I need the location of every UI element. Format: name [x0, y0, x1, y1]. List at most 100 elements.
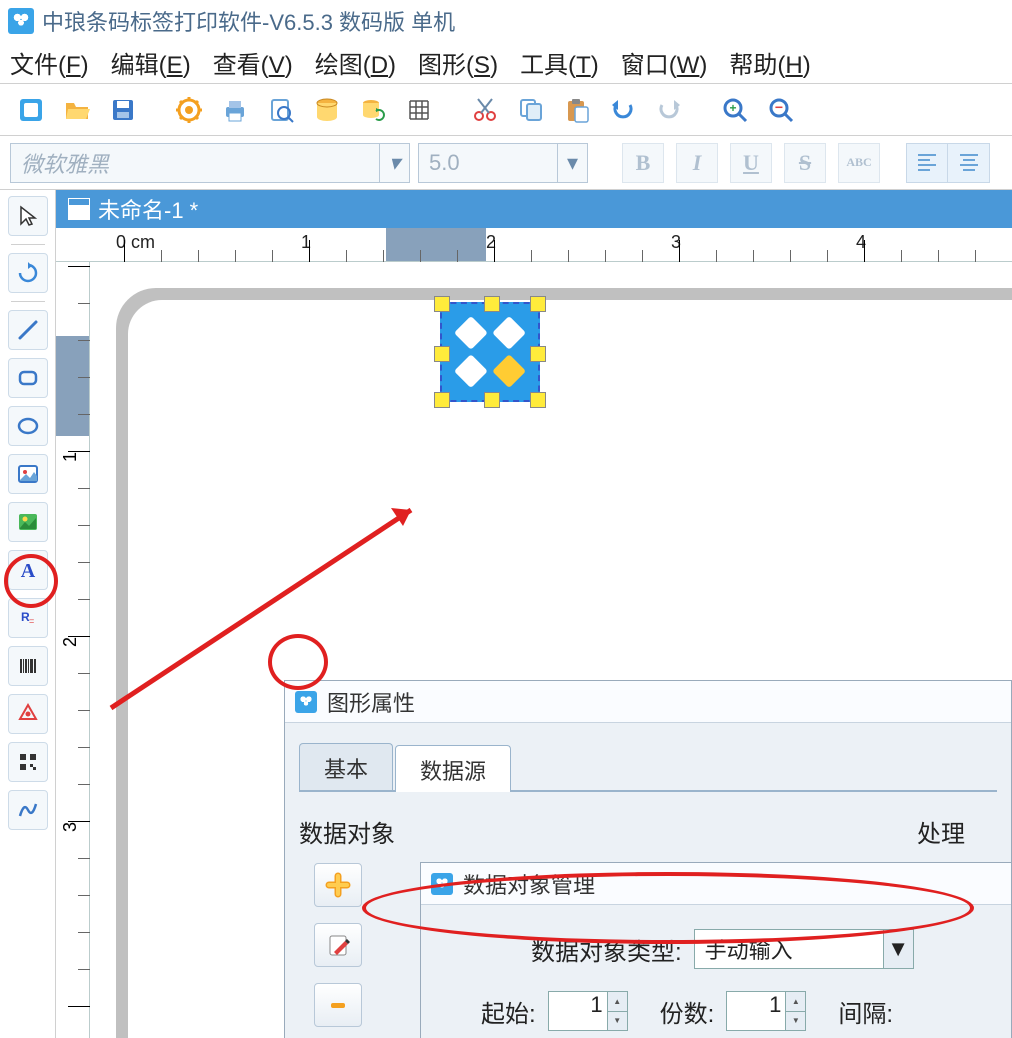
resize-handle[interactable] — [530, 296, 546, 312]
edit-dataobject-button[interactable] — [314, 923, 362, 967]
menu-tools[interactable]: 工具(T) — [520, 45, 599, 80]
svg-text:+: + — [729, 101, 736, 115]
resize-handle[interactable] — [434, 392, 450, 408]
rect-tool[interactable] — [8, 358, 48, 398]
menu-file[interactable]: 文件(F) — [10, 45, 89, 80]
ellipse-tool[interactable] — [8, 406, 48, 446]
section-process-label: 处理 — [917, 814, 997, 849]
svg-text:A: A — [20, 560, 35, 582]
menubar: 文件(F) 编辑(E) 查看(V) 绘图(D) 图形(S) 工具(T) 窗口(W… — [0, 42, 1012, 84]
pointer-tool[interactable] — [8, 196, 48, 236]
dialog-tabs: 基本 数据源 — [299, 743, 997, 792]
menu-window[interactable]: 窗口(W) — [621, 45, 708, 80]
picture-tool[interactable] — [8, 502, 48, 542]
dataobject-toolbar — [307, 863, 369, 1038]
start-input[interactable]: 1▲▼ — [548, 991, 628, 1031]
resize-handle[interactable] — [434, 346, 450, 362]
titlebar: 中琅条码标签打印软件-V6.5.3 数码版 单机 — [0, 0, 1012, 42]
align-segment — [906, 143, 990, 183]
font-size-combo[interactable]: 5.0▾ — [418, 143, 588, 183]
polygon-tool[interactable] — [8, 694, 48, 734]
dialog-title: 图形属性 — [327, 686, 415, 718]
print-button[interactable] — [214, 89, 256, 131]
database-button[interactable] — [306, 89, 348, 131]
qrcode-tool[interactable] — [8, 742, 48, 782]
open-button[interactable] — [56, 89, 98, 131]
start-label: 起始: — [481, 994, 536, 1029]
count-input[interactable]: 1▲▼ — [726, 991, 806, 1031]
tab-datasource[interactable]: 数据源 — [395, 745, 511, 792]
menu-shape[interactable]: 图形(S) — [418, 45, 498, 80]
database-sync-button[interactable] — [352, 89, 394, 131]
undo-button[interactable] — [602, 89, 644, 131]
ruler-vertical[interactable]: 1 2 3 — [56, 262, 90, 1038]
settings-button[interactable] — [168, 89, 210, 131]
resize-handle[interactable] — [484, 392, 500, 408]
dropdown-icon[interactable]: ▼ — [883, 930, 913, 968]
type-combo[interactable]: 手动输入 ▼ — [694, 929, 914, 969]
tool-palette: A R= — [0, 190, 56, 1038]
new-button[interactable] — [10, 89, 52, 131]
format-toolbar: 微软雅黑▾ 5.0▾ B I U S ABC — [0, 136, 1012, 190]
curve-tool[interactable] — [8, 790, 48, 830]
copy-button[interactable] — [510, 89, 552, 131]
image-tool[interactable] — [8, 454, 48, 494]
canvas-area: 未命名-1 * 0 cm 1 2 3 4 1 2 3 — [56, 190, 1012, 1038]
dialog-icon — [295, 691, 317, 713]
rotate-tool[interactable] — [8, 253, 48, 293]
main-toolbar: + − — [0, 84, 1012, 136]
gap-label: 间隔: — [838, 994, 893, 1029]
paste-button[interactable] — [556, 89, 598, 131]
zoom-out-button[interactable]: − — [760, 89, 802, 131]
dropdown-icon[interactable]: ▾ — [557, 144, 587, 182]
dialog2-title: 数据对象管理 — [463, 868, 595, 900]
italic-button[interactable]: I — [676, 143, 718, 183]
font-combo[interactable]: 微软雅黑▾ — [10, 143, 410, 183]
align-left-button[interactable] — [906, 143, 948, 183]
abc-button[interactable]: ABC — [838, 143, 880, 183]
resize-handle[interactable] — [434, 296, 450, 312]
ruler-horizontal[interactable]: 0 cm 1 2 3 4 — [56, 228, 1012, 262]
cut-button[interactable] — [464, 89, 506, 131]
text-tool[interactable]: A — [8, 550, 48, 590]
document-icon — [68, 198, 90, 220]
underline-button[interactable]: U — [730, 143, 772, 183]
line-tool[interactable] — [8, 310, 48, 350]
menu-edit[interactable]: 编辑(E) — [111, 45, 191, 80]
bold-button[interactable]: B — [622, 143, 664, 183]
resize-handle[interactable] — [484, 296, 500, 312]
save-button[interactable] — [102, 89, 144, 131]
strike-button[interactable]: S — [784, 143, 826, 183]
resize-handle[interactable] — [530, 346, 546, 362]
resize-handle[interactable] — [530, 392, 546, 408]
align-center-button[interactable] — [948, 143, 990, 183]
document-tab[interactable]: 未命名-1 * — [56, 190, 1012, 228]
section-dataobject-label: 数据对象 — [299, 814, 887, 849]
barcode-tool[interactable] — [8, 646, 48, 686]
rulers: 0 cm 1 2 3 4 1 2 3 — [56, 228, 1012, 1038]
zoom-in-button[interactable]: + — [714, 89, 756, 131]
svg-text:−: − — [775, 99, 783, 115]
menu-help[interactable]: 帮助(H) — [729, 45, 810, 80]
dialog-titlebar[interactable]: 图形属性 — [285, 681, 1011, 723]
count-label: 份数: — [660, 994, 715, 1029]
grid-button[interactable] — [398, 89, 440, 131]
app-icon — [8, 8, 34, 34]
dataobject-manage-dialog: 数据对象管理 数据对象类型: 手动输入 ▼ 起始: 1▲▼ 份数: 1 — [420, 862, 1012, 1038]
tab-basic[interactable]: 基本 — [299, 743, 393, 790]
app-title: 中琅条码标签打印软件-V6.5.3 数码版 单机 — [42, 5, 455, 37]
menu-view[interactable]: 查看(V) — [213, 45, 293, 80]
dialog-icon — [431, 873, 453, 895]
selected-image-object[interactable] — [440, 302, 540, 402]
redo-button[interactable] — [648, 89, 690, 131]
richtext-tool[interactable]: R= — [8, 598, 48, 638]
dialog2-titlebar[interactable]: 数据对象管理 — [421, 863, 1011, 905]
workspace: A R= 未命名-1 * 0 cm 1 2 3 4 1 2 — [0, 190, 1012, 1038]
add-dataobject-button[interactable] — [314, 863, 362, 907]
document-tab-label: 未命名-1 * — [98, 193, 198, 225]
type-label: 数据对象类型: — [531, 932, 682, 967]
dropdown-icon[interactable]: ▾ — [379, 144, 409, 182]
preview-button[interactable] — [260, 89, 302, 131]
remove-dataobject-button[interactable] — [314, 983, 362, 1027]
menu-draw[interactable]: 绘图(D) — [315, 45, 396, 80]
